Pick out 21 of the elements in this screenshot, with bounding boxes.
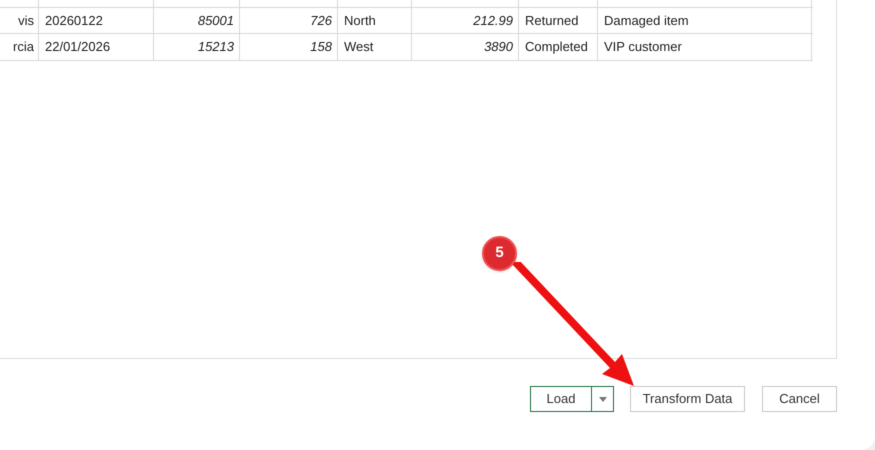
table-cell: 15213	[154, 34, 240, 60]
table-cell: 20260122	[39, 8, 154, 33]
table-cell: Returned	[519, 8, 598, 33]
table-cell: West	[338, 34, 412, 60]
transform-data-button[interactable]: Transform Data	[630, 386, 745, 412]
table-cell: 3890	[412, 34, 519, 60]
table-cell: VIP customer	[598, 34, 812, 60]
load-button[interactable]: Load	[531, 387, 592, 411]
table-cell: 158	[240, 34, 338, 60]
table-cell: 726	[240, 8, 338, 33]
load-split-button[interactable]: Load	[530, 386, 614, 412]
table-cell: 22/01/2026	[39, 34, 154, 60]
table-cell: Completed	[519, 34, 598, 60]
table-cell: North	[338, 8, 412, 33]
table-cell: 212.99	[412, 8, 519, 33]
table-cell: rcia	[0, 34, 39, 60]
table-cell: 85001	[154, 8, 240, 33]
cancel-button[interactable]: Cancel	[762, 386, 837, 412]
caret-icon	[598, 396, 606, 402]
table-cell: vis	[0, 8, 39, 33]
table-cell: Damaged item	[598, 8, 812, 33]
